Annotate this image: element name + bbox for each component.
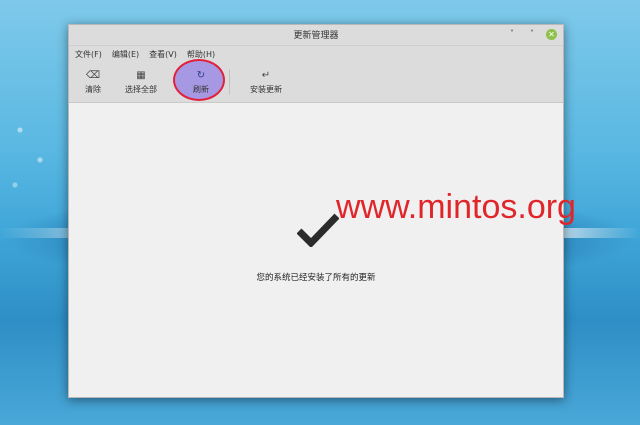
window-controls: ˅ ˄ ✕ [506,28,557,40]
menu-edit[interactable]: 编辑(E) [112,49,139,60]
refresh-label: 刷新 [193,84,209,94]
checkmark-icon [297,213,339,247]
menu-help[interactable]: 帮助(H) [187,49,215,60]
minimize-button[interactable]: ˅ [506,28,518,40]
clear-label: 清除 [85,84,101,94]
main-content: 您的系统已经安装了所有的更新 [69,103,563,397]
menubar: 文件(F) 编辑(E) 查看(V) 帮助(H) [69,46,563,62]
watermark: www.mintos.org [336,188,576,226]
menu-view[interactable]: 查看(V) [149,49,177,60]
install-updates-label: 安装更新 [250,84,282,94]
select-all-button[interactable]: ▦ 选择全部 [117,64,165,100]
clear-button[interactable]: ⌫ 清除 [75,64,111,100]
grid-icon: ▦ [136,69,146,81]
menu-file[interactable]: 文件(F) [75,49,102,60]
toolbar-separator [229,69,230,95]
select-all-label: 选择全部 [125,84,157,94]
toolbar: ⌫ 清除 ▦ 选择全部 ↻ 刷新 ↵ 安装更新 [69,59,563,103]
restore-button[interactable]: ˄ [526,28,538,40]
close-button[interactable]: ✕ [546,28,557,40]
titlebar: 更新管理器 ˅ ˄ ✕ [69,25,563,46]
install-updates-button[interactable]: ↵ 安装更新 [242,64,290,100]
status-message: 您的系统已经安装了所有的更新 [256,273,376,283]
enter-arrow-icon: ↵ [261,69,271,81]
refresh-button[interactable]: ↻ 刷新 [173,59,225,101]
backspace-icon: ⌫ [85,69,101,81]
desktop-bubbles [0,100,70,220]
window-title: 更新管理器 [293,31,339,41]
refresh-icon: ↻ [196,69,206,81]
